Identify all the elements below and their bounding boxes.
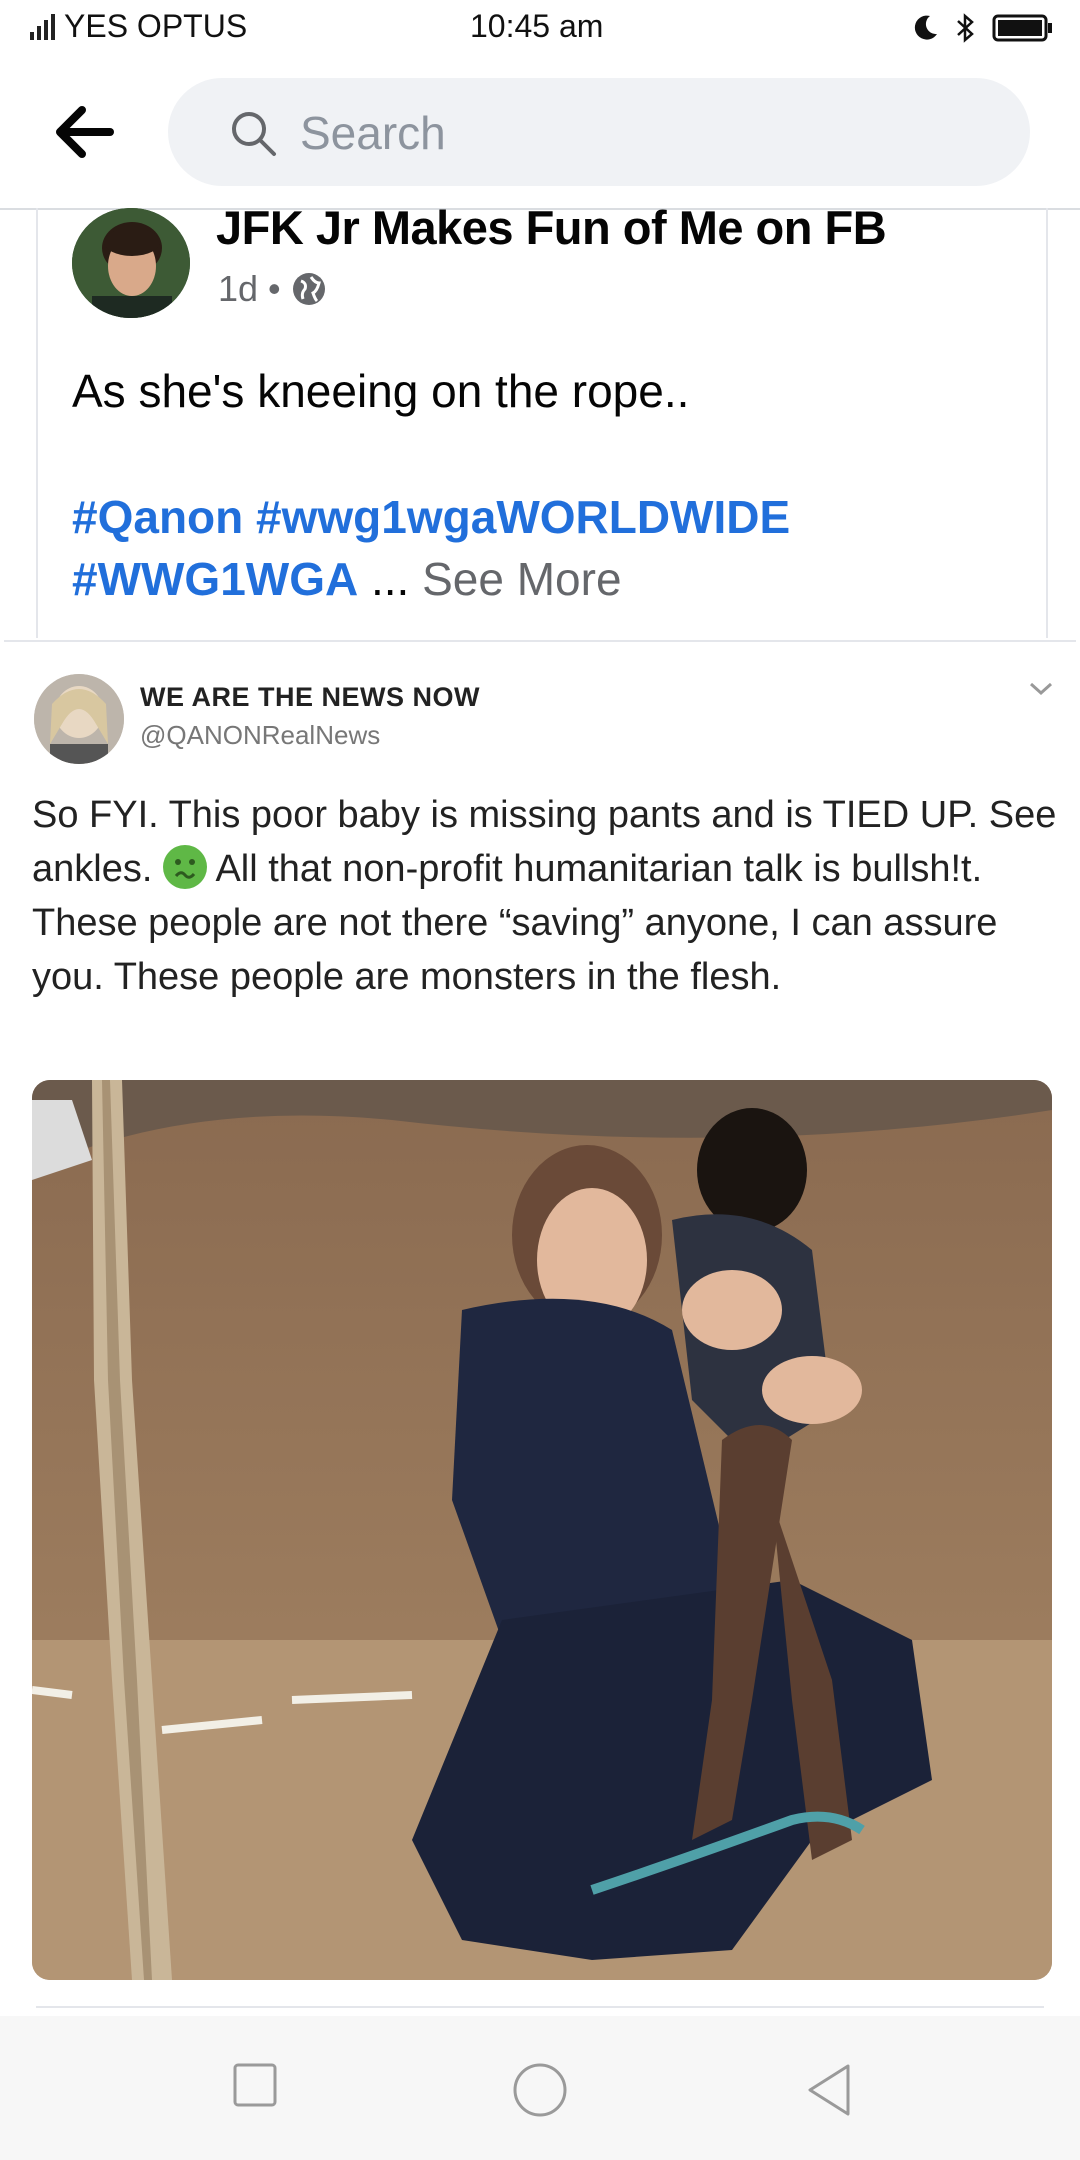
post-text: As she's kneeing on the rope.. bbox=[72, 365, 690, 417]
battery-icon bbox=[992, 14, 1052, 42]
meta-separator: • bbox=[268, 268, 281, 309]
recent-apps-icon[interactable] bbox=[232, 2062, 278, 2108]
hashtag-link[interactable]: #Qanon bbox=[72, 491, 243, 543]
post-meta: 1d • bbox=[218, 268, 327, 310]
hashtag-link[interactable]: #WWG1WGA bbox=[72, 553, 358, 605]
back-nav-icon[interactable] bbox=[804, 2062, 854, 2118]
tweet-text: So FYI. This poor baby is missing pants … bbox=[32, 788, 1062, 1004]
moon-icon bbox=[914, 15, 937, 40]
tweet-avatar bbox=[34, 674, 124, 764]
post-image[interactable]: WE ARE THE NEWS NOW @QANONRealNews So FY… bbox=[4, 640, 1076, 1992]
post-age[interactable]: 1d bbox=[218, 268, 258, 310]
home-icon[interactable] bbox=[512, 2062, 568, 2118]
page-avatar[interactable] bbox=[72, 208, 190, 318]
nauseated-face-emoji-icon bbox=[162, 845, 207, 889]
tweet-account-name: WE ARE THE NEWS NOW bbox=[140, 682, 480, 712]
back-arrow-icon[interactable] bbox=[52, 104, 116, 160]
search-input[interactable]: Search bbox=[168, 78, 1030, 186]
post-divider bbox=[36, 2006, 1044, 2008]
chevron-down-icon bbox=[1029, 682, 1053, 696]
signal-icon bbox=[30, 13, 55, 40]
tweet-photo bbox=[32, 1080, 1052, 1980]
see-more-link[interactable]: See More bbox=[422, 553, 621, 605]
avatar-portrait bbox=[72, 208, 190, 318]
tweet-account-handle: @QANONRealNews bbox=[140, 720, 381, 750]
search-icon bbox=[232, 112, 276, 156]
status-bar: YES OPTUS 10:45 am bbox=[0, 0, 1080, 58]
status-right bbox=[910, 12, 1054, 44]
search-header: Search bbox=[0, 58, 1080, 210]
carrier-name: YES OPTUS bbox=[64, 8, 248, 44]
hashtag-link[interactable]: #wwg1wgaWORLDWIDE bbox=[256, 491, 790, 543]
bluetooth-icon bbox=[957, 13, 974, 43]
system-nav-bar bbox=[0, 2016, 1080, 2160]
page-name-link[interactable]: JFK Jr Makes Fun of Me on FB bbox=[216, 200, 887, 255]
truncation-ellipsis: ... bbox=[370, 553, 410, 605]
status-left: YES OPTUS bbox=[28, 8, 247, 45]
search-placeholder: Search bbox=[300, 107, 446, 159]
status-time: 10:45 am bbox=[470, 8, 604, 44]
post-hashtags: #Qanon #wwg1wgaWORLDWIDE #WWG1WGA ... Se… bbox=[72, 486, 972, 610]
globe-icon bbox=[292, 273, 325, 305]
